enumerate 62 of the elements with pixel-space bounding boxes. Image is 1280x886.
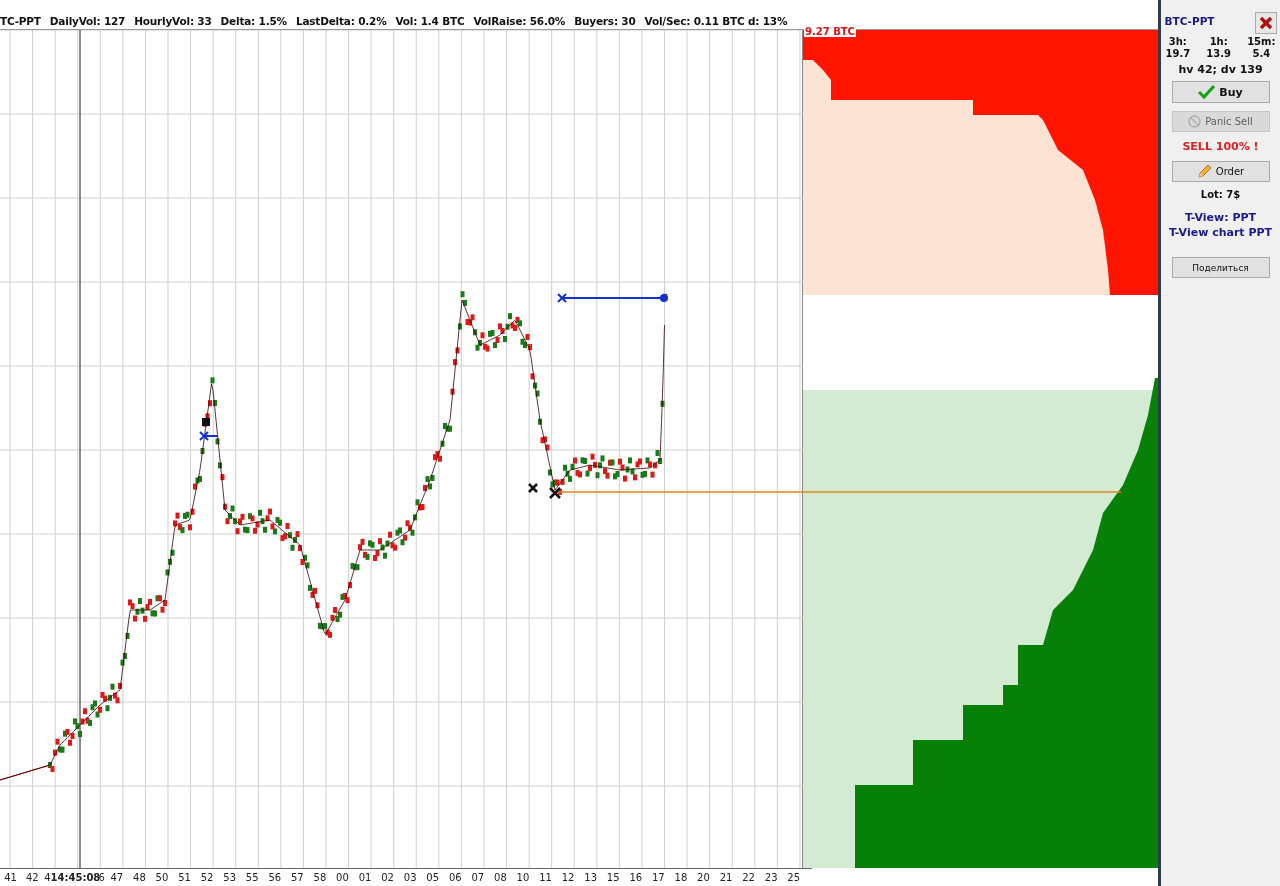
axis-tick-label: 47 [109,872,125,883]
axis-tick-label: 10 [515,872,531,883]
buy-button[interactable]: Buy [1171,81,1270,103]
axis-tick-label: 6 [98,872,106,883]
axis-tick-label: 01 [357,872,373,883]
axis-tick-label: 23 [763,872,779,883]
axis-tick-label: 12 [560,872,576,883]
axis-tick-label: 20 [696,872,711,883]
axis-tick-label: 25 [786,872,802,883]
axis-tick-label: 22 [741,872,756,883]
axis-tick-label: 00 [335,872,350,883]
pencil-icon [1196,164,1212,179]
prohibited-icon [1188,115,1202,128]
stat-text: Buyers: 30 [574,15,636,27]
stat-text: Vol: 1.4 BTC [395,15,465,27]
symbol-title: BTC-PPT [1164,15,1215,27]
axis-tick-label: 42 [24,872,40,883]
axis-tick-label: 07 [470,872,486,883]
sell-signal: SELL 100% ! [1182,140,1259,153]
stat-text: Delta: 1.5% [220,15,287,27]
axis-tick-label: 18 [673,872,689,883]
axis-tick-label: 11 [538,872,553,883]
axis-tick-label: 57 [289,872,305,883]
tview-link[interactable]: T-View: PPT [1184,211,1257,224]
check-icon [1198,85,1216,99]
axis-tick-label: 51 [177,872,192,883]
axis-tick-label: 48 [132,872,147,883]
stat-text: TC-PPT [0,15,41,27]
period-stat: 3h: 19.7 [1165,36,1191,60]
period-stat: 15m: 5.4 [1247,36,1276,60]
axis-tick-label: 58 [312,872,328,883]
axis-tick-label: 52 [199,872,215,883]
stat-text: HourlyVol: 33 [134,15,212,27]
axis-tick-label: 17 [650,872,666,883]
axis-tick-label: 03 [402,872,418,883]
axis-tick-label: 56 [267,872,283,883]
stat-text: VolRaise: 56.0% [473,15,566,27]
close-icon [1258,16,1273,30]
order-button[interactable]: Order [1171,161,1270,182]
axis-tick-label: 16 [628,872,644,883]
top-volume-label: 9.27 BTC [804,26,856,37]
close-button[interactable] [1254,12,1277,34]
axis-tick-label: 4 [43,872,51,883]
axis-tick-label: 53 [222,872,237,883]
axis-tick-label: 21 [718,872,734,883]
stat-text: Vol/Sec: 0.11 BTC d: 13% [644,15,788,27]
period-stat: 1h: 13.9 [1206,36,1231,60]
axis-tick-label: 13 [583,872,598,883]
share-button[interactable]: Поделиться [1171,257,1270,278]
axis-tick-label: 41 [3,872,18,883]
volume-summary: hv 42; dv 139 [1178,63,1263,76]
axis-tick-label: 06 [447,872,463,883]
axis-tick-label: 08 [493,872,508,883]
tview-link[interactable]: T-View chart PPT [1168,226,1273,239]
lot-size: Lot: 7$ [1200,189,1241,200]
stat-text: DailyVol: 127 [49,15,126,27]
axis-tick-label: 15 [605,872,621,883]
axis-tick-label: 02 [380,872,395,883]
stat-text: LastDelta: 0.2% [295,15,387,27]
axis-tick-label: 50 [154,872,170,883]
axis-tick-label: 55 [244,872,260,883]
axis-tick-label: 05 [425,872,441,883]
